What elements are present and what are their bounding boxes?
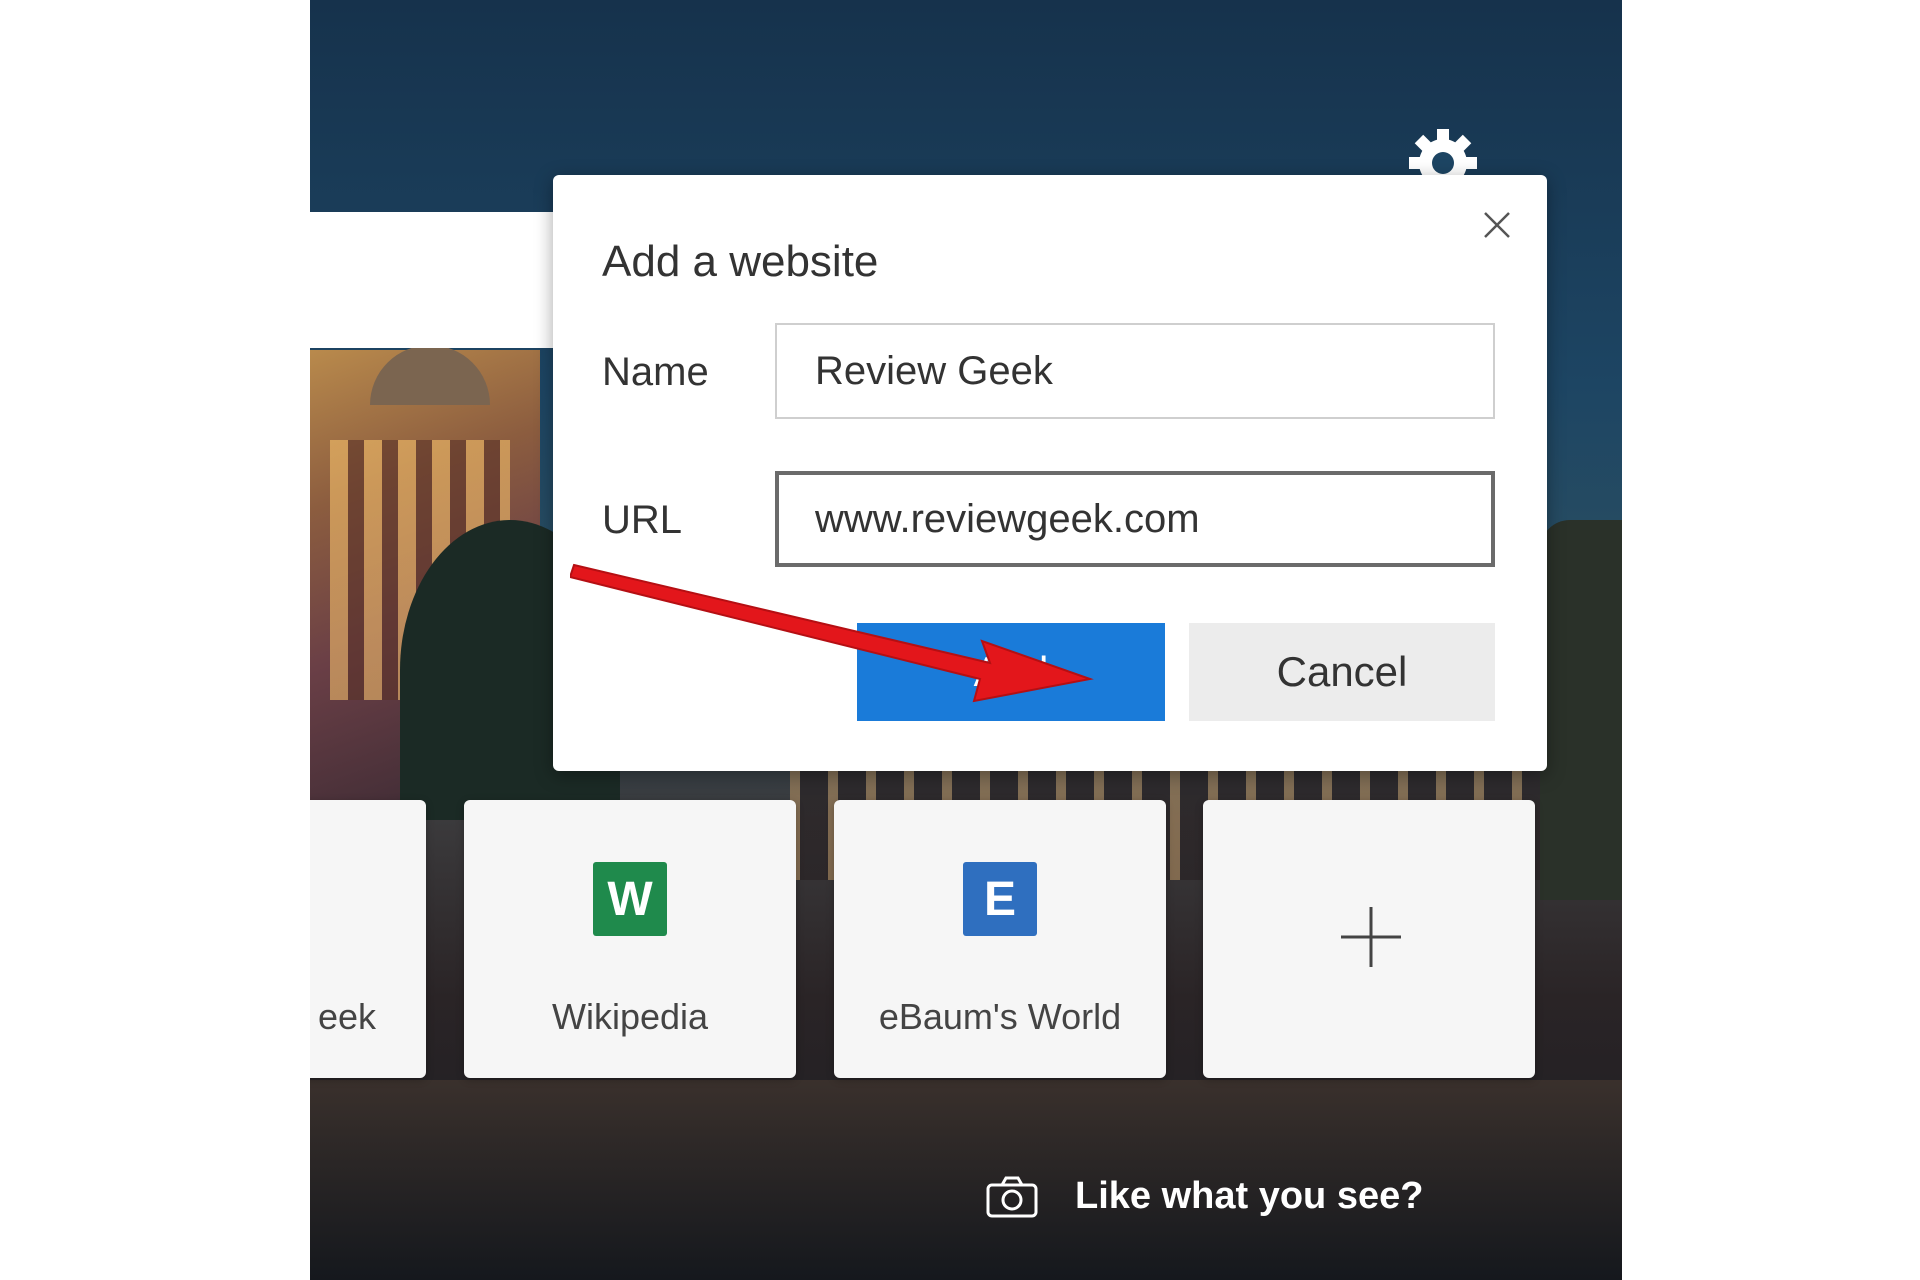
- ebaums-world-logo: E: [963, 862, 1037, 936]
- close-icon[interactable]: [1477, 205, 1517, 245]
- annotation-arrow: [570, 563, 1094, 703]
- dialog-title: Add a website: [602, 237, 879, 286]
- background-water: [310, 1080, 1622, 1280]
- background-right-trees: [1540, 520, 1622, 900]
- tile-label: eBaum's World: [878, 996, 1122, 1037]
- url-label: URL: [602, 498, 683, 542]
- top-site-tile-review-geek[interactable]: eek: [310, 800, 426, 1078]
- tile-label: eek: [317, 996, 376, 1037]
- top-site-tile-wikipedia[interactable]: W Wikipedia: [464, 800, 796, 1078]
- browser-new-tab-page: Add a website Name URL Add Cancel eek W …: [310, 0, 1622, 1280]
- like-what-you-see-link[interactable]: Like what you see?: [1075, 1175, 1423, 1218]
- name-label: Name: [602, 350, 709, 394]
- add-site-tile[interactable]: [1203, 800, 1535, 1078]
- url-input[interactable]: [775, 471, 1495, 567]
- plus-icon: [1341, 907, 1401, 967]
- tile-label: Wikipedia: [551, 996, 709, 1037]
- wikipedia-logo: W: [593, 862, 667, 936]
- camera-icon[interactable]: [985, 1175, 1039, 1219]
- name-input[interactable]: [775, 323, 1495, 419]
- top-site-tile-ebaums-world[interactable]: E eBaum's World: [834, 800, 1166, 1078]
